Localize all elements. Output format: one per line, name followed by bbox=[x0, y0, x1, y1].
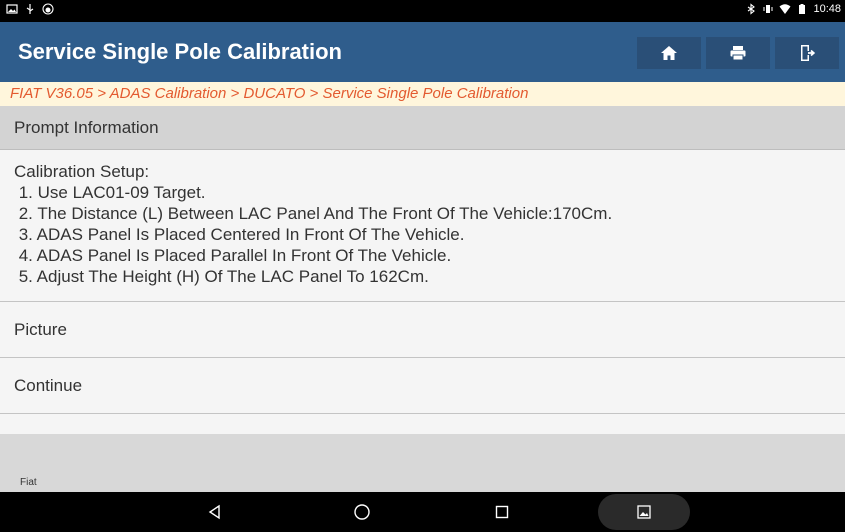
print-button[interactable] bbox=[706, 37, 770, 69]
system-nav-bar bbox=[0, 492, 845, 532]
picture-button[interactable]: Picture bbox=[0, 302, 845, 358]
content-line: Calibration Setup: bbox=[14, 162, 150, 181]
status-right-icons: 10:48 bbox=[745, 3, 841, 15]
spacer bbox=[0, 414, 845, 434]
back-icon bbox=[208, 504, 220, 520]
wifi-icon bbox=[779, 3, 791, 15]
exit-button[interactable] bbox=[775, 37, 839, 69]
content-line: 2. The Distance (L) Between LAC Panel An… bbox=[14, 204, 613, 223]
content-line: 1. Use LAC01-09 Target. bbox=[14, 183, 206, 202]
screenshot-icon bbox=[637, 505, 651, 519]
bluetooth-icon bbox=[745, 3, 757, 15]
exit-icon bbox=[801, 45, 816, 61]
status-bar: 10:48 bbox=[0, 0, 845, 22]
home-circle-icon bbox=[354, 504, 370, 520]
footer-panel: Fiat bbox=[0, 434, 845, 492]
page-title: Service Single Pole Calibration bbox=[18, 39, 342, 64]
app-header: Service Single Pole Calibration bbox=[0, 22, 845, 82]
status-left-icons bbox=[6, 3, 54, 15]
content-line: 5. Adjust The Height (H) Of The LAC Pane… bbox=[14, 267, 429, 286]
recents-button[interactable] bbox=[492, 502, 512, 522]
prompt-content: Calibration Setup: 1. Use LAC01-09 Targe… bbox=[0, 150, 845, 302]
content-line: 3. ADAS Panel Is Placed Centered In Fron… bbox=[14, 225, 465, 244]
android-debug-icon bbox=[42, 3, 54, 15]
continue-button[interactable]: Continue bbox=[0, 358, 845, 414]
screenshot-button[interactable] bbox=[598, 494, 690, 530]
gallery-icon bbox=[6, 3, 18, 15]
home-button[interactable] bbox=[637, 37, 701, 69]
home-icon bbox=[661, 46, 677, 60]
content-line: 4. ADAS Panel Is Placed Parallel In Fron… bbox=[14, 246, 452, 265]
breadcrumb: FIAT V36.05 > ADAS Calibration > DUCATO … bbox=[0, 82, 845, 106]
back-button[interactable] bbox=[205, 502, 225, 522]
section-header: Prompt Information bbox=[0, 106, 845, 150]
status-time: 10:48 bbox=[813, 3, 841, 15]
usb-icon bbox=[24, 3, 36, 15]
recents-icon bbox=[495, 505, 509, 519]
battery-icon bbox=[796, 3, 808, 15]
footer-brand-label: Fiat bbox=[20, 477, 37, 488]
vibrate-icon bbox=[762, 3, 774, 15]
home-nav-button[interactable] bbox=[352, 502, 372, 522]
print-icon bbox=[730, 46, 746, 61]
